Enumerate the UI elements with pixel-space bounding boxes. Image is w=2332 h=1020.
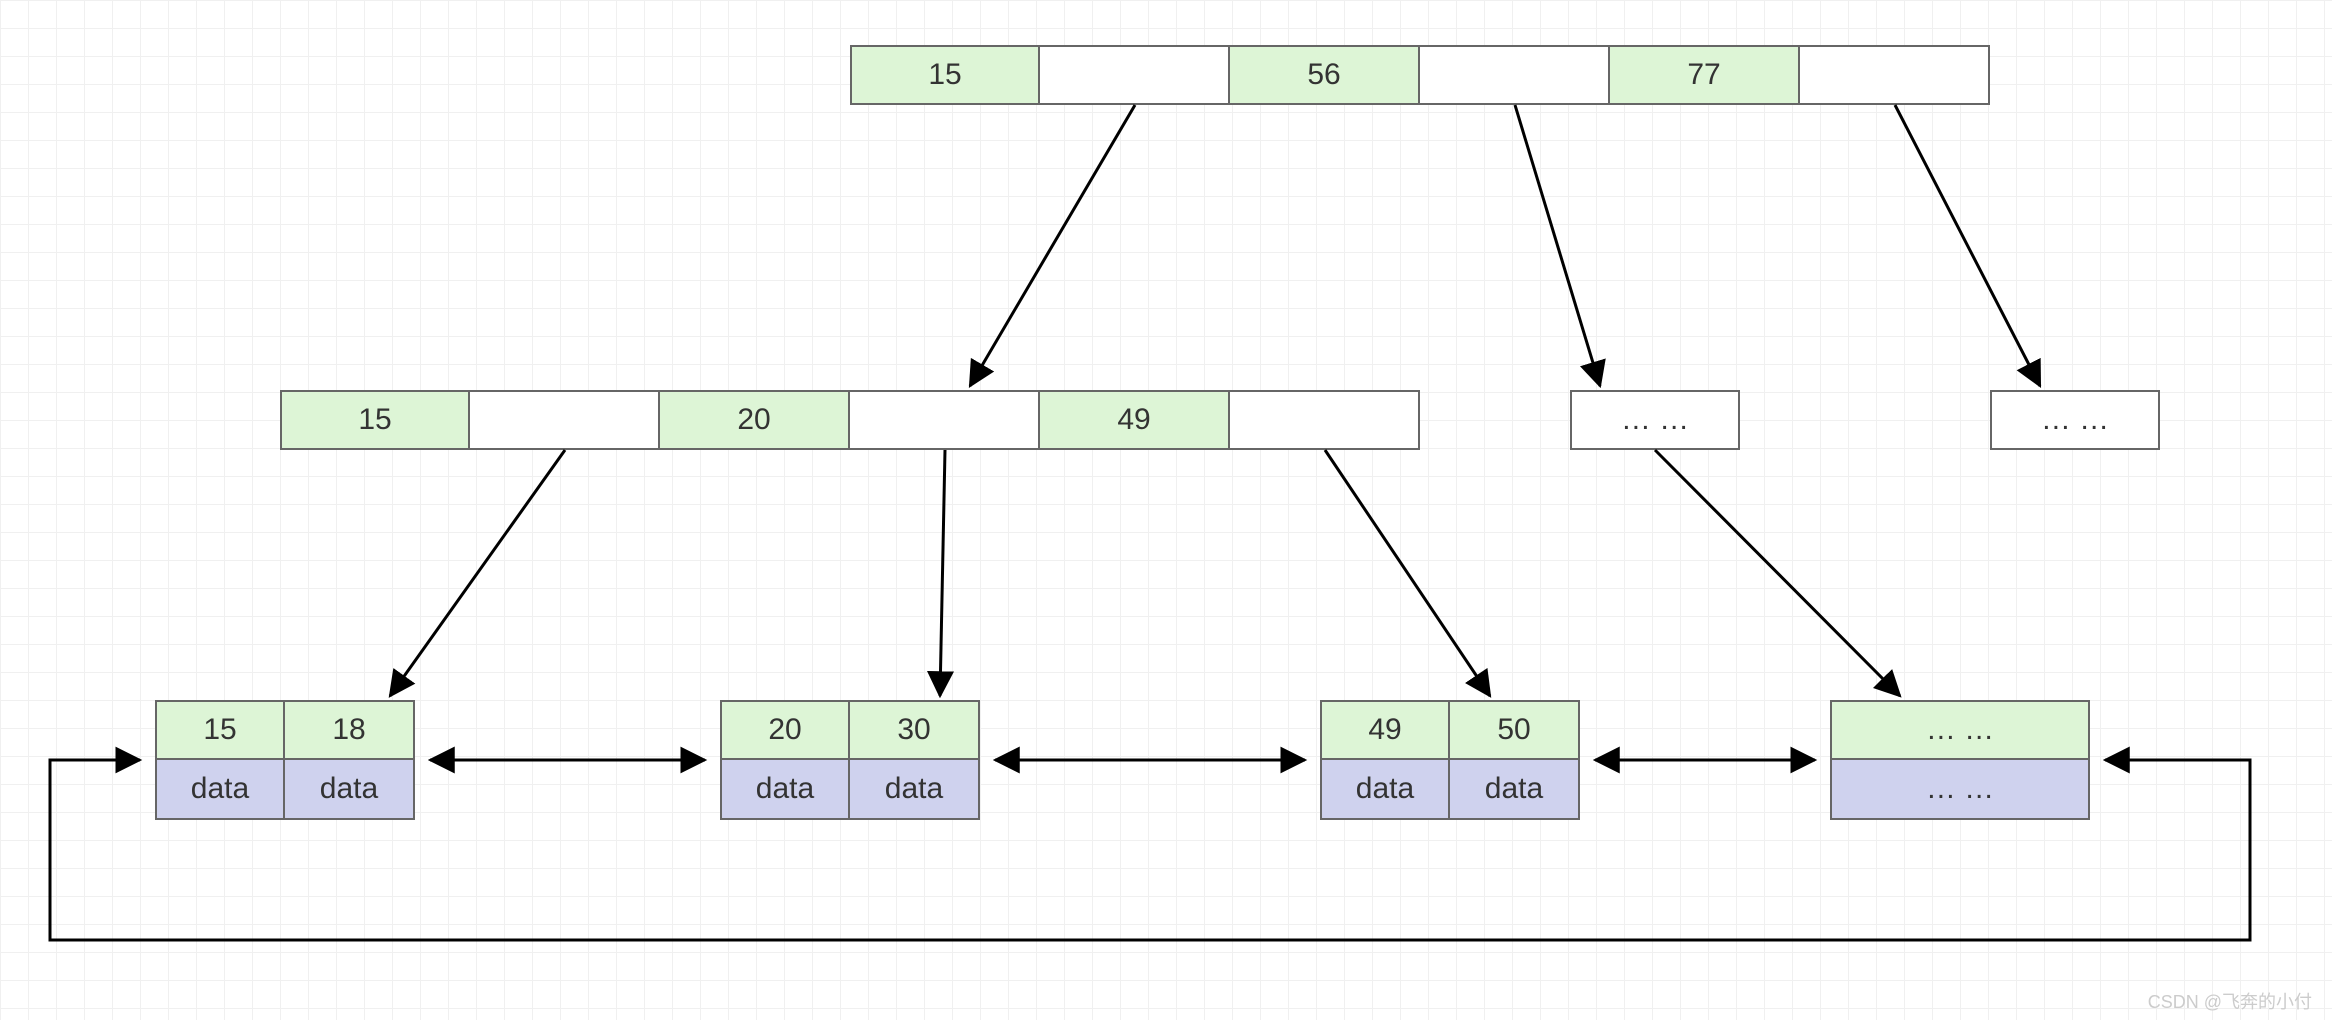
internal-node: 15 20 49: [280, 390, 1420, 450]
root-key: 56: [1230, 45, 1420, 105]
leaf-key: 30: [850, 700, 980, 760]
leaf-data: data: [155, 760, 285, 820]
internal-ptr: [470, 390, 660, 450]
root-node: 15 56 77: [850, 45, 1990, 105]
ellipsis-node: … …: [1570, 390, 1740, 450]
leaf-ellipsis-key: … …: [1830, 700, 2090, 760]
leaf-data: data: [850, 760, 980, 820]
internal-key: 49: [1040, 390, 1230, 450]
arrows-layer: [0, 0, 2332, 1020]
leaf-key: 20: [720, 700, 850, 760]
leaf-key: 15: [155, 700, 285, 760]
root-key: 77: [1610, 45, 1800, 105]
internal-ptr: [1230, 390, 1420, 450]
ellipsis-cell: … …: [1570, 390, 1740, 450]
edge-ellipsis-leaf: [1655, 450, 1900, 696]
leaf-key: 50: [1450, 700, 1580, 760]
ellipsis-cell: … …: [1990, 390, 2160, 450]
leaf-ellipsis-node: … … … …: [1830, 700, 2090, 820]
leaf-key: 49: [1320, 700, 1450, 760]
leaf-data: data: [1320, 760, 1450, 820]
internal-ptr: [850, 390, 1040, 450]
leaf-node: 20 30 data data: [720, 700, 980, 820]
leaf-data: data: [720, 760, 850, 820]
leaf-data: data: [285, 760, 415, 820]
root-ptr: [1800, 45, 1990, 105]
root-ptr: [1040, 45, 1230, 105]
ellipsis-node: … …: [1990, 390, 2160, 450]
edge-root-internal: [970, 105, 1135, 386]
edge-internal-leaf: [1325, 450, 1490, 696]
edge-internal-leaf: [940, 450, 945, 696]
leaf-node: 15 18 data data: [155, 700, 415, 820]
watermark: CSDN @飞奔的小付: [2148, 988, 2312, 1014]
edge-root-ellipsis: [1895, 105, 2040, 386]
edge-internal-leaf: [390, 450, 565, 696]
leaf-data: data: [1450, 760, 1580, 820]
root-key: 15: [850, 45, 1040, 105]
internal-key: 15: [280, 390, 470, 450]
root-ptr: [1420, 45, 1610, 105]
edge-root-ellipsis: [1515, 105, 1600, 386]
leaf-ellipsis-data: … …: [1830, 760, 2090, 820]
leaf-key: 18: [285, 700, 415, 760]
internal-key: 20: [660, 390, 850, 450]
leaf-node: 49 50 data data: [1320, 700, 1580, 820]
